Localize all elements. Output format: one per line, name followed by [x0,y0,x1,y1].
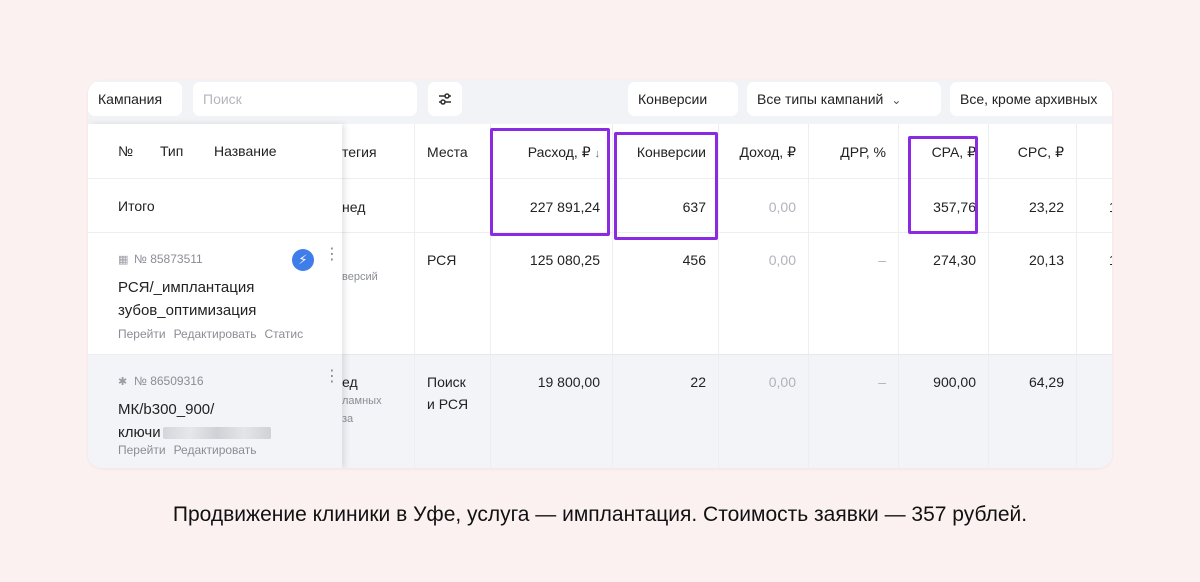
stats-link[interactable]: Статис [264,327,303,341]
column-header-strategy[interactable]: тегия [342,124,414,178]
campaign-types-select[interactable]: Все типы кампаний ⌄ [747,82,941,116]
archive-filter-label: Все, кроме архивных [960,91,1098,107]
total-cpc: 23,22 [988,179,1076,232]
highlight-conversions [614,132,718,240]
search-placeholder: Поиск [203,91,242,107]
row-overflow [1076,355,1112,468]
chevron-down-icon: ⌄ [891,93,902,107]
campaign-actions: Перейти Редактировать Статис [118,327,311,341]
column-header-drr[interactable]: ДРР, % [808,124,898,178]
total-drr [808,179,898,232]
row-income: 0,00 [718,233,808,354]
column-header-name[interactable]: Название [214,143,277,159]
row-drr: – [808,355,898,468]
row-conversions: 22 [612,355,718,468]
total-label: Итого [118,198,155,214]
total-places [414,179,490,232]
edit-link[interactable]: Редактировать [174,327,257,341]
campaign-name-panel: № Тип Название Итого ▦ № 85873511 ⚡ ⋮ РСЯ… [88,124,342,468]
kebab-menu-icon[interactable]: ⋮ [324,247,340,263]
conversions-button-label: Конверсии [638,91,708,107]
sticky-header: № Тип Название [88,124,342,178]
search-input[interactable]: Поиск [193,82,417,116]
total-strategy: нед [342,199,366,215]
caption: Продвижение клиники в Уфе, услуга — импл… [172,503,1028,526]
campaign-name[interactable]: РСЯ/_имплантация зубов_оптимизация [118,276,256,322]
row-strategy: версий [342,271,378,283]
archive-filter-select[interactable]: Все, кроме архивных [950,82,1112,116]
column-header-overflow [1076,124,1112,178]
column-header-num[interactable]: № [118,143,133,159]
row-spend: 19 800,00 [490,355,612,468]
row-cpc: 64,29 [988,355,1076,468]
campaign-name[interactable]: МК/b300_900/ ключи [118,398,271,444]
row-income: 0,00 [718,355,808,468]
campaign-id: ✱ № 86509316 [118,374,204,388]
highlight-cpa [908,136,978,234]
row-cpc: 20,13 [988,233,1076,354]
row-places: РСЯ [414,233,490,354]
row-conversions: 456 [612,233,718,354]
column-header-cpc[interactable]: CPC, ₽ [988,124,1076,178]
row-drr: – [808,233,898,354]
campaign-cell[interactable]: ▦ № 85873511 ⚡ ⋮ РСЯ/_имплантация зубов_о… [88,232,342,354]
highlight-spend [490,128,610,236]
campaign-table-card: Кампания Поиск Конверсии Все типы кампан… [88,80,1112,468]
campaign-level-button[interactable]: Кампания [88,82,182,116]
column-header-places[interactable]: Места [414,124,490,178]
row-spend: 125 080,25 [490,233,612,354]
go-link[interactable]: Перейти [118,443,166,457]
total-income: 0,00 [718,179,808,232]
search-campaign-icon: ✱ [118,376,128,388]
row-strategy: ед ламных за [342,374,382,425]
campaign-types-label: Все типы кампаний [757,91,884,107]
column-header-income[interactable]: Доход, ₽ [718,124,808,178]
row-cpa: 900,00 [898,355,988,468]
filter-button[interactable] [428,82,462,116]
edit-link[interactable]: Редактировать [174,443,257,457]
total-overflow: 1 [1076,179,1112,232]
filter-sliders-icon [439,93,451,105]
sticky-total: Итого [88,178,342,232]
campaign-cell[interactable]: ✱ № 86509316 ⋮ МК/b300_900/ ключи Перейти… [88,354,342,468]
campaign-id: ▦ № 85873511 [118,252,203,266]
row-places: Поиск и РСЯ [414,355,490,468]
go-link[interactable]: Перейти [118,327,166,341]
row-overflow: 1 [1076,233,1112,354]
conversions-button[interactable]: Конверсии [628,82,738,116]
network-campaign-icon: ▦ [118,254,129,266]
column-header-type[interactable]: Тип [160,143,183,159]
campaign-actions: Перейти Редактировать [118,443,264,457]
row-cpa: 274,30 [898,233,988,354]
redacted-text [162,427,271,440]
campaign-level-label: Кампания [98,91,163,107]
kebab-menu-icon[interactable]: ⋮ [324,369,340,385]
lightning-icon[interactable]: ⚡ [292,249,314,271]
toolbar: Кампания Поиск Конверсии Все типы кампан… [88,80,1112,124]
